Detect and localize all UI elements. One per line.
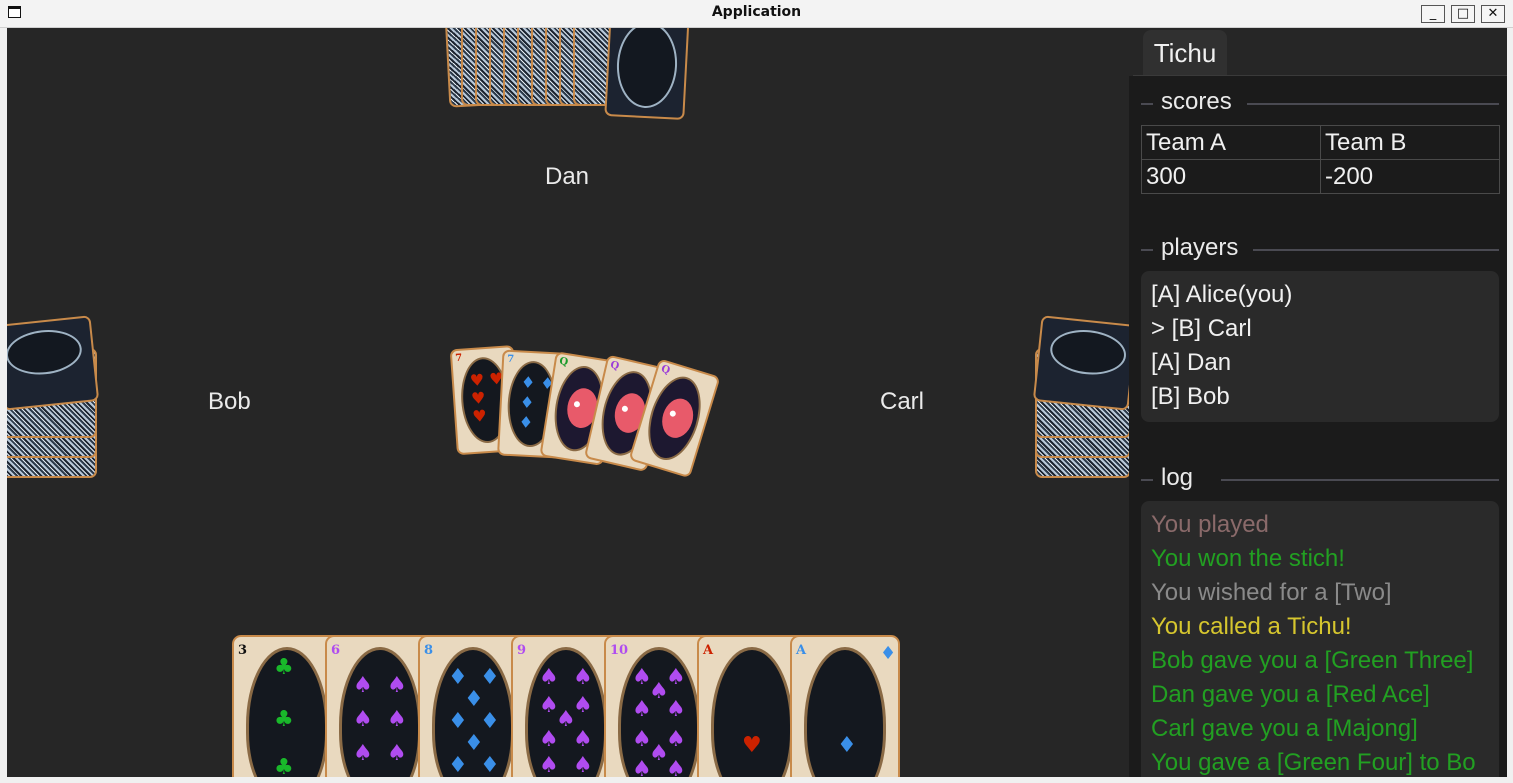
log-section-header: log [1141, 464, 1499, 494]
dan-card-stack [444, 28, 690, 121]
window-titlebar: Application _ □ ✕ [0, 0, 1513, 28]
scores-section-header: scores [1141, 88, 1499, 118]
score-team-b: -200 [1325, 163, 1374, 190]
list-item: [B] Bob [1151, 383, 1230, 410]
log-entry: You played [1151, 511, 1269, 538]
carl-card-stack [1031, 315, 1129, 488]
log-heading: log [1161, 464, 1194, 491]
player-name-right: Carl [880, 388, 925, 415]
log-entry: Carl gave you a [Majong] [1151, 715, 1418, 742]
scores-heading: scores [1161, 88, 1232, 115]
close-button[interactable]: ✕ [1481, 5, 1505, 23]
scores-header-team-b: Team B [1325, 129, 1407, 156]
log-entry: Bob gave you a [Green Three] [1151, 647, 1474, 674]
scores-table: Team A Team B 300 -200 [1141, 125, 1500, 194]
players-list: [A] Alice(you) > [B] Carl [A] Dan [B] Bo… [1141, 271, 1499, 422]
list-item: [A] Dan [1151, 349, 1232, 376]
tab-divider [1133, 75, 1507, 76]
log-entry: You wished for a [Two] [1151, 579, 1392, 606]
played-cards: 7 ♥ ♥ ♥ ♥ 7 ♦ ♦ ♦ ♦ Q Q Q [447, 343, 747, 503]
sidebar: Tichu scores Team A Team B 300 -200 play… [1129, 28, 1507, 777]
scores-header-team-a: Team A [1146, 129, 1227, 156]
bob-card-stack [7, 315, 107, 488]
list-item: [A] Alice(you) [1151, 281, 1293, 308]
log-entry: You won the stich! [1151, 545, 1345, 572]
maximize-button[interactable]: □ [1451, 5, 1475, 23]
game-table: Dan Bob Carl 7 ♥ ♥ ♥ ♥ 7 ♦ ♦ ♦ ♦ Q Q Q 3… [7, 28, 1129, 777]
score-team-a: 300 [1146, 163, 1187, 190]
tab-tichu[interactable]: Tichu [1143, 30, 1227, 76]
log-entry: You called a Tichu! [1151, 613, 1352, 640]
player-hand: 3 ♣ ♣ ♣ 6 ♠ ♠ ♠ ♠ ♠ ♠ 8 ♦ ♦ ♦ ♦ ♦ ♦ ♦ ♦ [232, 635, 912, 777]
log-entry: Dan gave you a [Red Ace] [1151, 681, 1430, 708]
players-section-header: players [1141, 234, 1499, 264]
list-item: > [B] Carl [1151, 315, 1252, 342]
log-entry: You gave a [Green Four] to Bo [1151, 749, 1476, 776]
minimize-button[interactable]: _ [1421, 5, 1445, 23]
player-name-left: Bob [208, 388, 251, 415]
hand-card[interactable]: A ♦ ♦ [790, 635, 900, 777]
window-title: Application [711, 4, 802, 20]
players-heading: players [1161, 234, 1239, 261]
player-name-top: Dan [545, 163, 590, 190]
log-panel[interactable]: You played You won the stich! You wished… [1141, 501, 1499, 777]
